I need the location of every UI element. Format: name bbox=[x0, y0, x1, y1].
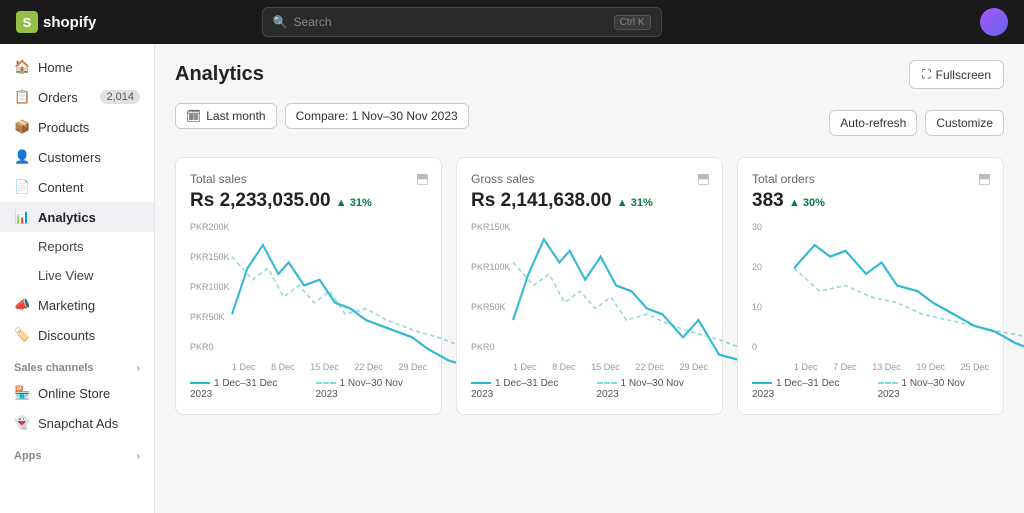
total-sales-change: ▲ 31% bbox=[336, 197, 372, 209]
shopify-logo-icon: S bbox=[16, 11, 38, 33]
total-sales-legend: 1 Dec–31 Dec 2023 1 Nov–30 Nov 2023 bbox=[190, 378, 427, 400]
shopify-logo-text: shopify bbox=[43, 14, 96, 31]
sidebar-item-snapchat[interactable]: 👻 Snapchat Ads bbox=[0, 408, 154, 438]
gross-sales-card: Gross sales Rs 2,141,638.00 ▲ 31% ⬒ PKR1… bbox=[456, 157, 723, 415]
sidebar-item-home[interactable]: 🏠 Home bbox=[0, 52, 154, 82]
sidebar-label-liveview: Live View bbox=[38, 268, 93, 283]
total-sales-card: Total sales Rs 2,233,035.00 ▲ 31% ⬒ PKR2… bbox=[175, 157, 442, 415]
sales-channels-label: Sales channels bbox=[14, 362, 94, 374]
gross-sales-legend: 1 Dec–31 Dec 2023 1 Nov–30 Nov 2023 bbox=[471, 378, 708, 400]
search-bar[interactable]: 🔍 Search Ctrl K bbox=[262, 7, 662, 37]
sidebar-item-online-store[interactable]: 🏪 Online Store bbox=[0, 378, 154, 408]
fullscreen-button[interactable]: ⛶ Fullscreen bbox=[909, 60, 1004, 89]
orders-badge: 2,014 bbox=[100, 90, 140, 104]
page-header: Analytics ⛶ Fullscreen bbox=[175, 60, 1004, 89]
page-title: Analytics bbox=[175, 63, 264, 86]
sidebar-item-discounts[interactable]: 🏷️ Discounts bbox=[0, 320, 154, 350]
gross-sales-value: Rs 2,141,638.00 ▲ 31% bbox=[471, 190, 708, 212]
analytics-icon: 📊 bbox=[14, 209, 30, 225]
products-icon: 📦 bbox=[14, 119, 30, 135]
sidebar-label-reports: Reports bbox=[38, 239, 84, 254]
user-avatar[interactable] bbox=[980, 8, 1008, 36]
main-layout: 🏠 Home 📋 Orders 2,014 📦 Products 👤 Custo… bbox=[0, 44, 1024, 513]
apps-chevron-icon: › bbox=[137, 451, 140, 462]
chevron-icon: › bbox=[137, 363, 140, 374]
sidebar-label-home: Home bbox=[38, 60, 73, 75]
gross-sales-chart: PKR150K PKR100K PKR50K PKR0 1 Dec 8 Dec … bbox=[471, 222, 708, 372]
cards-row: Total sales Rs 2,233,035.00 ▲ 31% ⬒ PKR2… bbox=[175, 157, 1004, 415]
sidebar-item-content[interactable]: 📄 Content bbox=[0, 172, 154, 202]
total-sales-yaxis: PKR200K PKR150K PKR100K PKR50K PKR0 bbox=[190, 222, 232, 352]
apps-section: Apps › bbox=[0, 438, 154, 466]
top-nav: S shopify 🔍 Search Ctrl K bbox=[0, 0, 1024, 44]
snapchat-icon: 👻 bbox=[14, 415, 30, 431]
sidebar-label-products: Products bbox=[38, 120, 89, 135]
sidebar: 🏠 Home 📋 Orders 2,014 📦 Products 👤 Custo… bbox=[0, 44, 155, 513]
sidebar-item-customers[interactable]: 👤 Customers bbox=[0, 142, 154, 172]
total-orders-value: 383 ▲ 30% bbox=[752, 190, 989, 212]
sidebar-item-reports[interactable]: Reports bbox=[0, 232, 154, 261]
total-orders-chart: 30 20 10 0 1 Dec 7 Dec 13 Dec 19 Dec 25 … bbox=[752, 222, 989, 372]
compare-filter-label: Compare: 1 Nov–30 Nov 2023 bbox=[296, 109, 458, 123]
total-sales-title: Total sales bbox=[190, 172, 427, 186]
gross-sales-yaxis: PKR150K PKR100K PKR50K PKR0 bbox=[471, 222, 513, 352]
sidebar-item-liveview[interactable]: Live View bbox=[0, 261, 154, 290]
sidebar-item-analytics[interactable]: 📊 Analytics bbox=[0, 202, 154, 232]
sidebar-label-customers: Customers bbox=[38, 150, 101, 165]
discounts-icon: 🏷️ bbox=[14, 327, 30, 343]
sales-channels-section: Sales channels › bbox=[0, 350, 154, 378]
date-filter-label: Last month bbox=[206, 109, 265, 123]
search-shortcut: Ctrl K bbox=[614, 15, 651, 30]
gross-sales-change: ▲ 31% bbox=[617, 197, 653, 209]
sidebar-item-orders[interactable]: 📋 Orders 2,014 bbox=[0, 82, 154, 112]
action-row: Auto-refresh Customize bbox=[829, 110, 1004, 136]
total-orders-yaxis: 30 20 10 0 bbox=[752, 222, 794, 352]
shopify-logo: S shopify bbox=[16, 11, 96, 33]
sidebar-label-snapchat: Snapchat Ads bbox=[38, 416, 118, 431]
gross-sales-svg bbox=[513, 222, 750, 372]
auto-refresh-button[interactable]: Auto-refresh bbox=[829, 110, 917, 136]
compare-filter-button[interactable]: Compare: 1 Nov–30 Nov 2023 bbox=[285, 103, 469, 129]
content-area: Analytics ⛶ Fullscreen 🗓 Last month Comp… bbox=[155, 44, 1024, 513]
nav-right bbox=[980, 8, 1008, 36]
total-orders-title: Total orders bbox=[752, 172, 989, 186]
customize-button[interactable]: Customize bbox=[925, 110, 1004, 136]
total-sales-export-icon[interactable]: ⬒ bbox=[416, 170, 429, 187]
content-icon: 📄 bbox=[14, 179, 30, 195]
total-orders-legend: 1 Dec–31 Dec 2023 1 Nov–30 Nov 2023 bbox=[752, 378, 989, 400]
sidebar-label-online-store: Online Store bbox=[38, 386, 110, 401]
calendar-icon: 🗓 bbox=[186, 109, 201, 123]
total-orders-card: Total orders 383 ▲ 30% ⬒ 30 20 10 0 1 De… bbox=[737, 157, 1004, 415]
sidebar-item-products[interactable]: 📦 Products bbox=[0, 112, 154, 142]
customize-label: Customize bbox=[936, 116, 993, 130]
home-icon: 🏠 bbox=[14, 59, 30, 75]
search-placeholder: Search bbox=[294, 15, 332, 29]
apps-label: Apps bbox=[14, 450, 42, 462]
gross-sales-export-icon[interactable]: ⬒ bbox=[697, 170, 710, 187]
total-sales-svg bbox=[232, 222, 469, 372]
online-store-icon: 🏪 bbox=[14, 385, 30, 401]
orders-icon: 📋 bbox=[14, 89, 30, 105]
sidebar-label-discounts: Discounts bbox=[38, 328, 95, 343]
gross-sales-title: Gross sales bbox=[471, 172, 708, 186]
sidebar-label-orders: Orders bbox=[38, 90, 78, 105]
date-filter-button[interactable]: 🗓 Last month bbox=[175, 103, 277, 129]
total-orders-change: ▲ 30% bbox=[789, 197, 825, 209]
search-icon: 🔍 bbox=[273, 15, 288, 29]
auto-refresh-label: Auto-refresh bbox=[840, 116, 906, 130]
sidebar-label-analytics: Analytics bbox=[38, 210, 96, 225]
total-sales-chart: PKR200K PKR150K PKR100K PKR50K PKR0 1 De… bbox=[190, 222, 427, 372]
total-orders-svg bbox=[794, 222, 1024, 372]
filter-row: 🗓 Last month Compare: 1 Nov–30 Nov 2023 bbox=[175, 103, 469, 129]
sidebar-label-content: Content bbox=[38, 180, 84, 195]
fullscreen-label: Fullscreen bbox=[936, 68, 991, 82]
customers-icon: 👤 bbox=[14, 149, 30, 165]
total-sales-value: Rs 2,233,035.00 ▲ 31% bbox=[190, 190, 427, 212]
marketing-icon: 📣 bbox=[14, 297, 30, 313]
sidebar-item-marketing[interactable]: 📣 Marketing bbox=[0, 290, 154, 320]
total-orders-export-icon[interactable]: ⬒ bbox=[978, 170, 991, 187]
fullscreen-icon: ⛶ bbox=[922, 67, 930, 82]
sidebar-label-marketing: Marketing bbox=[38, 298, 95, 313]
